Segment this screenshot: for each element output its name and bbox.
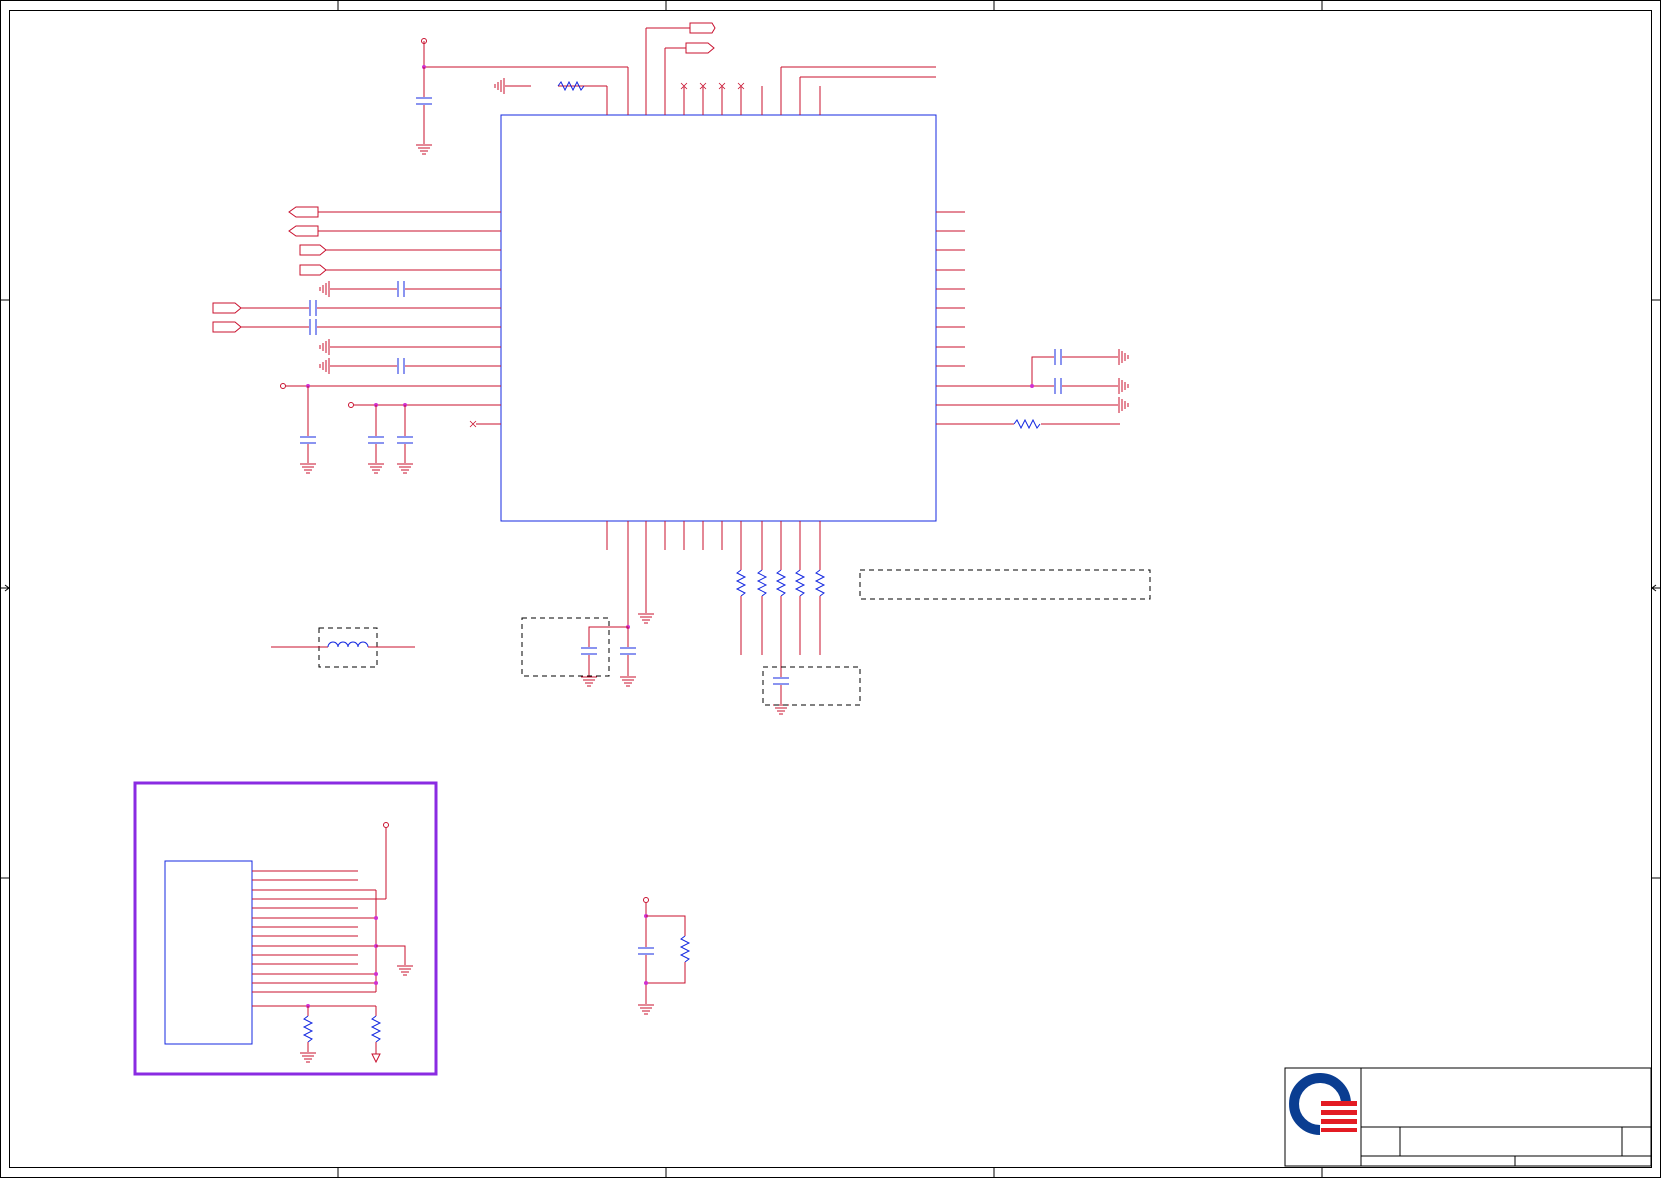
ground-symbol (638, 1004, 654, 1015)
schematic-sheet (0, 0, 1661, 1178)
ground-symbol (773, 704, 789, 715)
right-nets (936, 211, 1129, 430)
port-left-2 (288, 225, 319, 237)
ground-symbol (319, 339, 330, 355)
resistor-bottom-4 (794, 569, 806, 597)
ground-symbol (1118, 349, 1129, 365)
resistor-bottom-5 (814, 569, 826, 597)
resistor-bottom-2 (756, 569, 768, 597)
resistor-bottom-3 (775, 569, 787, 597)
port-left-5 (212, 302, 242, 314)
ground-symbol (1118, 397, 1129, 413)
logo-icon (1289, 1073, 1357, 1135)
top-nets (416, 22, 936, 155)
ground-symbol (494, 78, 505, 94)
port-left-1 (288, 206, 319, 218)
rc-filter (638, 897, 691, 1015)
ground-symbol (581, 676, 597, 687)
title-block (1284, 1067, 1652, 1167)
ground-symbol (300, 1052, 316, 1063)
resistor-connector-1 (302, 1015, 314, 1043)
resistor-bottom-1 (735, 569, 747, 597)
dnp-box-cap-bottom (762, 666, 861, 706)
power-pin-connector (383, 822, 389, 828)
ground-symbol (319, 281, 330, 297)
sheet-frame (0, 0, 1661, 1178)
main-ic-body (500, 114, 937, 522)
ic-bottom-pins (581, 521, 826, 715)
power-pin-left-1 (280, 383, 286, 389)
ic-top-pins (606, 28, 821, 115)
port-left-3 (299, 244, 327, 256)
no-connect-marks (680, 82, 745, 90)
ground-symbol (397, 965, 413, 976)
connector-pins (252, 822, 413, 1064)
ground-symbol (319, 358, 330, 374)
ground-symbol (300, 463, 316, 474)
port-left-6 (212, 321, 242, 333)
connector-body (164, 860, 253, 1045)
ground-symbol (638, 613, 654, 624)
connector-highlight-box (133, 781, 438, 1076)
ground-symbol (397, 463, 413, 474)
ground-symbol (1118, 378, 1129, 394)
inductor (271, 641, 415, 648)
left-nets (212, 206, 501, 474)
resistor-connector-2 (370, 1015, 382, 1043)
signal-ground-symbol (371, 1053, 381, 1064)
ground-symbol (368, 463, 384, 474)
resistor-right (1013, 418, 1041, 430)
port-top-2 (685, 42, 715, 54)
power-pin-left-2 (348, 402, 354, 408)
ground-symbol (620, 676, 636, 687)
resistor-rc (679, 935, 691, 963)
note-box-right (859, 569, 1151, 600)
port-left-4 (299, 264, 327, 276)
power-pin-rc (643, 897, 649, 903)
port-top-1 (689, 22, 716, 34)
no-connect-mark (469, 420, 477, 428)
ground-symbol (416, 144, 432, 155)
